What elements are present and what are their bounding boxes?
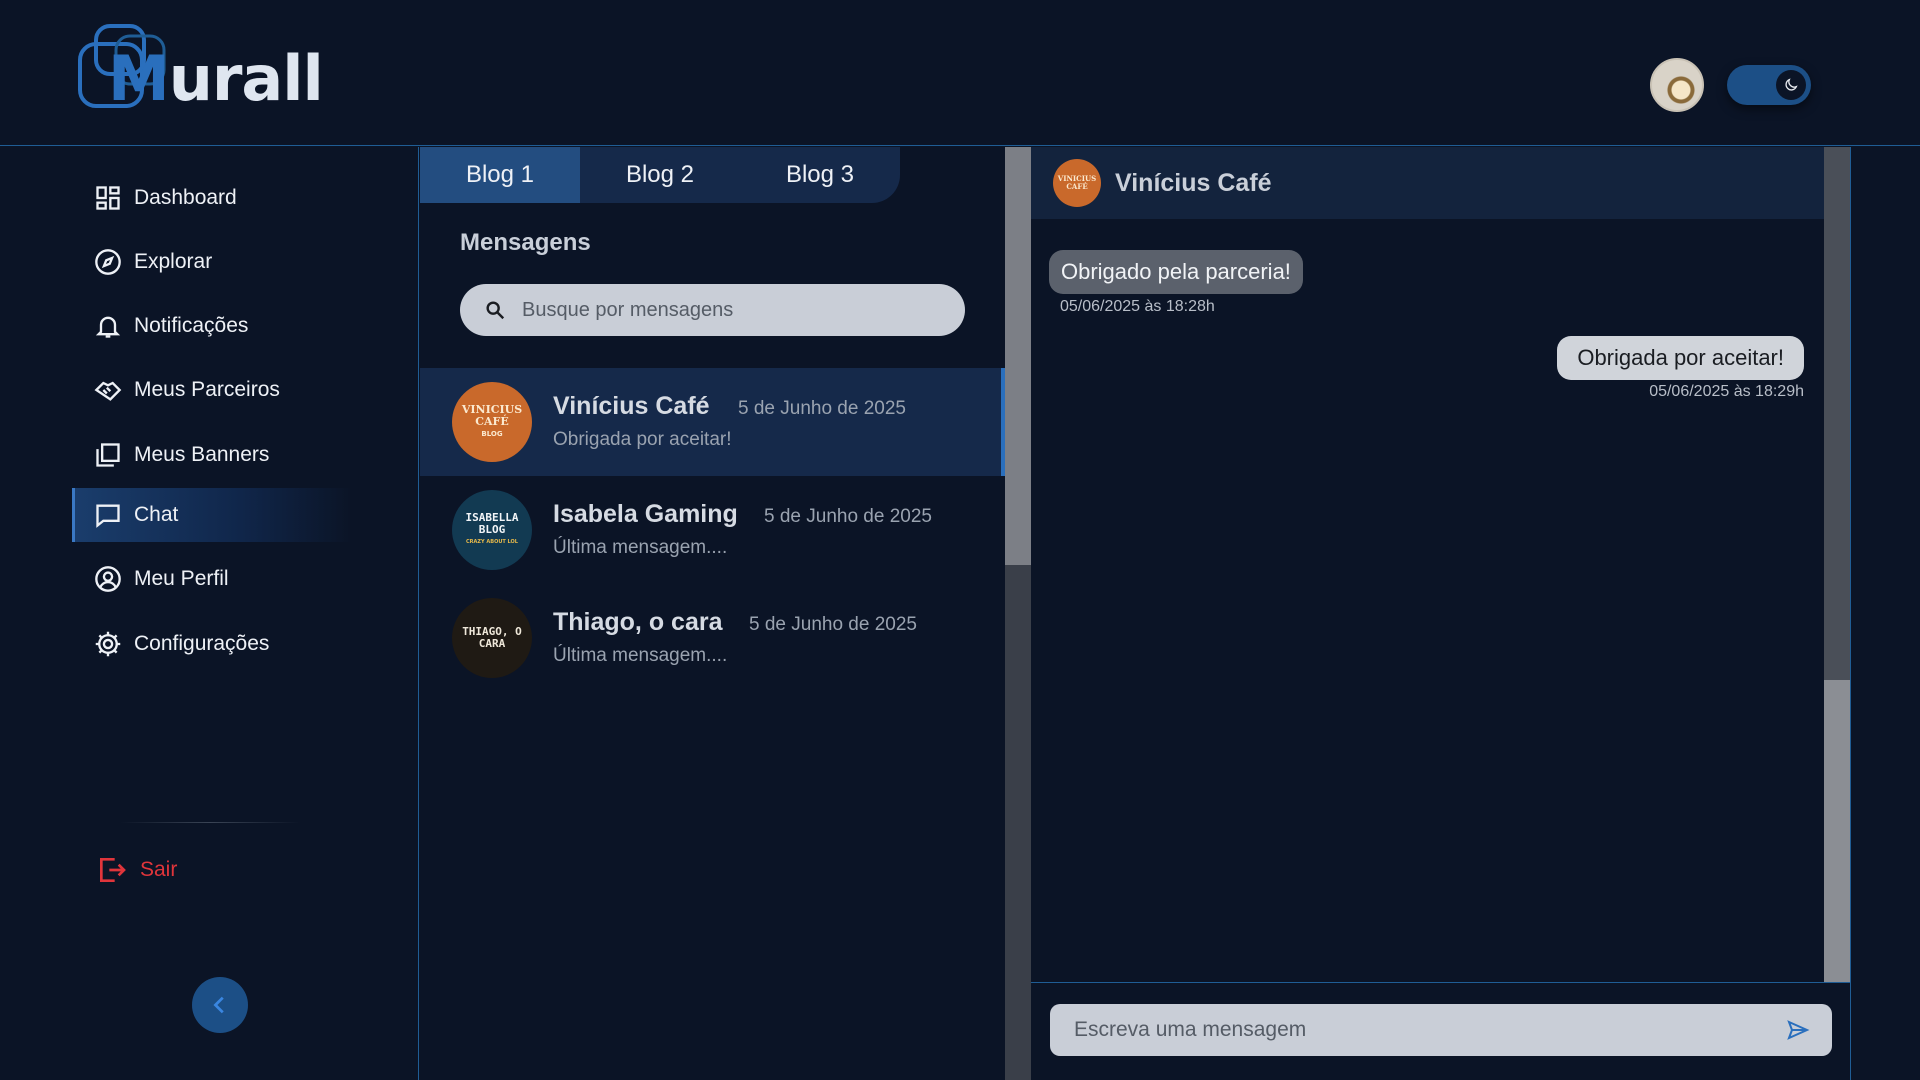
profile-icon xyxy=(95,566,121,592)
conversation-item[interactable]: THIAGO, O CARA Thiago, o cara 5 de Junho… xyxy=(420,584,1005,692)
tab-blog-1[interactable]: Blog 1 xyxy=(420,147,580,203)
message-bubble-outgoing: Obrigada por aceitar! xyxy=(1557,336,1804,380)
logout-label: Sair xyxy=(140,858,178,881)
conversation-avatar: THIAGO, O CARA xyxy=(452,598,532,678)
send-icon[interactable] xyxy=(1786,1018,1810,1042)
chevron-left-icon xyxy=(213,996,224,1014)
collapse-sidebar-button[interactable] xyxy=(192,977,248,1033)
toggle-knob xyxy=(1776,70,1806,100)
conversation-name: Thiago, o cara xyxy=(553,608,723,636)
conversation-avatar: VINICIUS CAFÉ BLOG xyxy=(452,382,532,462)
logout-icon xyxy=(100,858,126,882)
contact-name: Vinícius Café xyxy=(1115,168,1272,197)
conversation-item[interactable]: ISABELLA BLOG CRAZY ABOUT LOL Isabela Gam… xyxy=(420,476,1005,584)
conversation-date: 5 de Junho de 2025 xyxy=(738,398,906,419)
avatar-text: ISABELLA BLOG xyxy=(465,511,519,536)
conversation-item[interactable]: VINICIUS CAFÉ BLOG Vinícius Café 5 de Jun… xyxy=(420,368,1005,476)
sidebar-item-notificacoes[interactable]: Notificações xyxy=(72,299,352,353)
message-timestamp: 05/06/2025 às 18:28h xyxy=(1060,298,1215,315)
sidebar-item-parceiros[interactable]: Meus Parceiros xyxy=(72,363,352,417)
composer-divider xyxy=(1031,982,1851,983)
sidebar-item-label: Meu Perfil xyxy=(134,567,229,590)
chat-scrollbar-thumb[interactable] xyxy=(1824,680,1850,982)
sidebar-item-label: Configurações xyxy=(134,632,270,655)
sidebar-item-banners[interactable]: Meus Banners xyxy=(72,428,352,482)
sidebar-item-label: Chat xyxy=(134,503,179,526)
chat-panel: VINICIUS CAFÉ Vinícius Café Obrigado pel… xyxy=(1031,147,1851,1080)
sidebar-item-perfil[interactable]: Meu Perfil xyxy=(72,552,352,606)
logout-button[interactable]: Sair xyxy=(96,854,177,886)
tab-blog-3[interactable]: Blog 3 xyxy=(740,147,900,203)
messages-scrollbar[interactable] xyxy=(1005,147,1031,1080)
conversation-preview: Obrigada por aceitar! xyxy=(553,429,732,450)
moon-icon xyxy=(1785,78,1798,91)
user-avatar[interactable] xyxy=(1650,58,1704,112)
message-timestamp: 05/06/2025 às 18:29h xyxy=(1649,383,1804,400)
message-composer xyxy=(1050,1004,1832,1056)
theme-toggle[interactable] xyxy=(1727,65,1811,105)
conversation-name: Vinícius Café xyxy=(553,392,710,420)
murall-logo-text: Murall xyxy=(108,42,324,115)
sidebar-item-configuracoes[interactable]: Configurações xyxy=(72,617,352,671)
message-bubble-incoming: Obrigado pela parceria! xyxy=(1049,250,1303,294)
sidebar-divider xyxy=(120,822,300,823)
search-icon xyxy=(486,301,505,320)
conversation-date: 5 de Junho de 2025 xyxy=(764,506,932,527)
avatar-text: THIAGO, O CARA xyxy=(462,625,522,650)
logo-letter-m: M xyxy=(108,42,170,115)
top-header: Murall xyxy=(0,0,1920,146)
sidebar-item-chat[interactable]: Chat xyxy=(72,488,352,542)
compass-icon xyxy=(95,249,121,275)
contact-avatar: VINICIUS CAFÉ xyxy=(1053,159,1101,207)
tab-blog-2[interactable]: Blog 2 xyxy=(580,147,740,203)
conversation-name: Isabela Gaming xyxy=(553,500,738,528)
blog-tabs: Blog 1 Blog 2 Blog 3 xyxy=(420,147,900,203)
sidebar-item-label: Explorar xyxy=(134,250,213,273)
bell-icon xyxy=(95,316,121,338)
chat-icon xyxy=(96,504,120,528)
sidebar-item-label: Dashboard xyxy=(134,186,237,209)
messages-title: Mensagens xyxy=(460,229,591,256)
contact-avatar-text: VINICIUS CAFÉ xyxy=(1057,174,1097,191)
search-input[interactable] xyxy=(522,298,942,322)
dashboard-icon xyxy=(96,186,120,210)
message-input[interactable] xyxy=(1074,1018,1774,1042)
search-bar xyxy=(460,284,965,336)
conversation-preview: Última mensagem.... xyxy=(553,537,728,558)
sidebar-item-label: Meus Banners xyxy=(134,443,270,466)
conversation-preview: Última mensagem.... xyxy=(553,645,728,666)
avatar-text: VINICIUS CAFÉ xyxy=(461,403,523,428)
gear-icon xyxy=(95,631,121,657)
chat-header: VINICIUS CAFÉ Vinícius Café xyxy=(1031,147,1824,219)
avatar-subtext: CRAZY ABOUT LOL xyxy=(466,539,518,545)
messages-scrollbar-thumb[interactable] xyxy=(1005,147,1031,565)
conversation-avatar: ISABELLA BLOG CRAZY ABOUT LOL xyxy=(452,490,532,570)
messages-panel: Blog 1 Blog 2 Blog 3 Mensagens VINICIUS … xyxy=(420,147,1005,1080)
sidebar-item-dashboard[interactable]: Dashboard xyxy=(72,171,352,225)
avatar-subtext: BLOG xyxy=(481,430,503,438)
sidebar-item-explorar[interactable]: Explorar xyxy=(72,235,352,289)
sidebar-item-label: Notificações xyxy=(134,314,249,337)
gallery-icon xyxy=(96,443,120,467)
chat-scrollbar[interactable] xyxy=(1824,147,1850,982)
sidebar: Dashboard Explorar Notificações Meus Par… xyxy=(0,147,419,1080)
logo-letters: urall xyxy=(168,42,324,115)
sidebar-item-label: Meus Parceiros xyxy=(134,378,280,401)
handshake-icon xyxy=(94,381,122,401)
conversation-date: 5 de Junho de 2025 xyxy=(749,614,917,635)
